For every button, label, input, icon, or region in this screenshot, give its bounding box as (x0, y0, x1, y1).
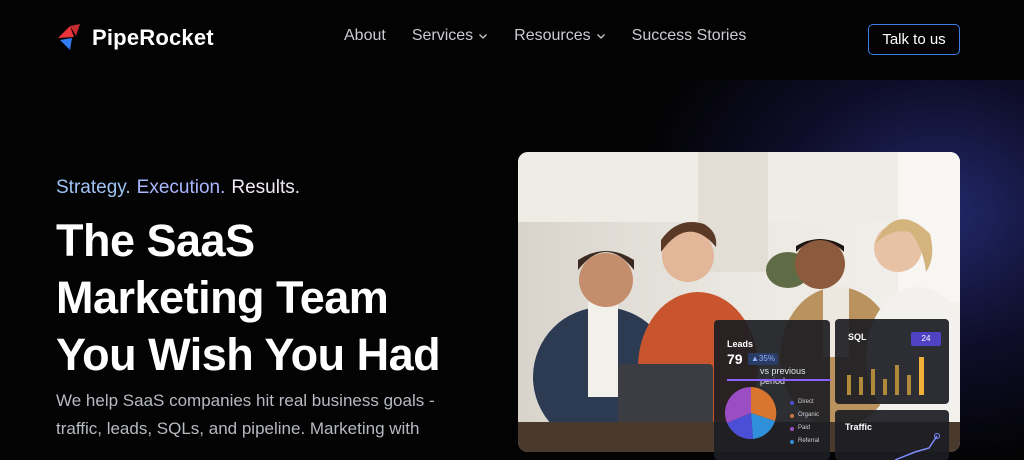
leads-comparison: vs previous period (760, 366, 806, 386)
chevron-down-icon (596, 34, 605, 39)
brand-logo[interactable]: PipeRocket (56, 24, 214, 52)
legend-dot (790, 439, 794, 444)
leads-title: Leads (727, 339, 754, 349)
nav-success-stories[interactable]: Success Stories (632, 27, 747, 45)
legend-dot (790, 400, 794, 405)
hero-headline: The SaaS Marketing Team You Wish You Had (56, 212, 441, 383)
tagline-results: Results. (231, 177, 301, 198)
sql-bar (895, 365, 899, 395)
sql-bar (919, 357, 924, 395)
sql-bar (883, 379, 887, 395)
nav-resources-label: Resources (514, 27, 591, 44)
tagline-strategy: Strategy. (56, 177, 131, 198)
traffic-line (895, 435, 938, 460)
sql-card: SQL 24 (835, 319, 949, 404)
rocket-logo-icon (58, 24, 80, 50)
main-nav: About Services Resources Success Stories (344, 27, 746, 45)
leads-change-badge: ▲35% (748, 353, 778, 365)
leads-legend: Direct Organic Paid Referral (790, 396, 819, 448)
legend-label: Referral (798, 438, 820, 444)
legend-organic: Organic (790, 409, 819, 422)
leads-value: 79 (727, 351, 743, 367)
sql-bar (847, 375, 851, 395)
legend-dot (790, 426, 794, 431)
nav-success-stories-label: Success Stories (631, 27, 747, 44)
nav-services[interactable]: Services (412, 27, 488, 45)
leads-card: Leads 79 ▲35% vs previous period Direct … (714, 320, 831, 460)
legend-label: Direct (798, 399, 814, 405)
subtext-line-2: traffic, leads, SQLs, and pipeline. Mark… (56, 419, 420, 438)
legend-paid: Paid (790, 422, 819, 435)
nav-about[interactable]: About (344, 27, 386, 45)
nav-resources[interactable]: Resources (514, 27, 605, 45)
sql-bar-chart (847, 357, 924, 395)
chevron-down-icon (479, 34, 488, 39)
legend-label: Organic (798, 412, 820, 418)
traffic-line-chart (895, 433, 940, 460)
headline-line-2: Marketing Team (56, 272, 389, 323)
nav-services-label: Services (411, 27, 474, 44)
talk-to-us-button[interactable]: Talk to us (868, 24, 960, 55)
headline-line-3: You Wish You Had (56, 329, 441, 380)
headline-line-1: The SaaS (56, 215, 255, 266)
hero-tagline: Strategy. Execution. Results. (56, 177, 300, 199)
legend-dot (790, 413, 794, 418)
hero-subtext: We help SaaS companies hit real business… (56, 387, 456, 443)
sql-bar (907, 375, 911, 395)
sql-title: SQL (848, 332, 867, 342)
traffic-card: Traffic (835, 410, 949, 460)
legend-referral: Referral (790, 435, 819, 448)
tagline-execution: Execution. (136, 177, 226, 198)
sql-bar (871, 369, 875, 395)
leads-trend-line (727, 379, 831, 381)
brand-name: PipeRocket (92, 25, 214, 50)
legend-direct: Direct (790, 396, 819, 409)
leads-pie-chart (725, 387, 777, 439)
subtext-line-1: We help SaaS companies hit real business… (56, 391, 435, 410)
traffic-title: Traffic (845, 422, 873, 432)
sql-bar (859, 377, 863, 395)
sql-value-badge: 24 (911, 332, 941, 346)
nav-about-label: About (344, 27, 386, 44)
legend-label: Paid (798, 425, 811, 431)
